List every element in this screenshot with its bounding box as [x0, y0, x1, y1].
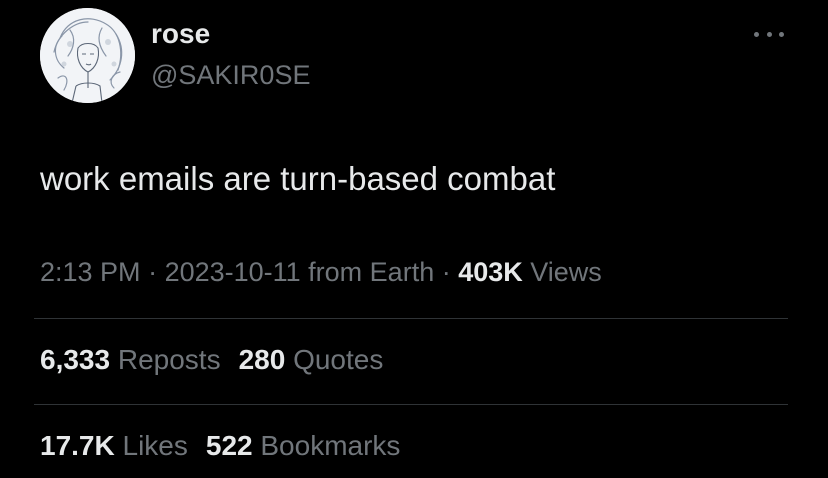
reposts-link[interactable]: 6,333 Reposts [40, 344, 221, 375]
tweet-date[interactable]: 2023-10-11 [165, 257, 301, 287]
tweet-meta: 2:13 PM · 2023-10-11 from Earth · 403K V… [40, 254, 602, 290]
dot-icon [779, 31, 784, 37]
bookmarks-count: 522 [205, 430, 253, 461]
likes-count: 17.7K [40, 430, 115, 461]
bookmarks-link[interactable]: 522 Bookmarks [206, 430, 401, 461]
quotes-count: 280 [238, 344, 286, 375]
likes-label: Likes [114, 430, 188, 461]
tweet-time[interactable]: 2:13 PM [40, 257, 141, 287]
divider [34, 318, 788, 319]
views-count: 403K [458, 257, 523, 287]
avatar[interactable] [40, 8, 135, 103]
likes-link[interactable]: 17.7K Likes [40, 430, 188, 461]
reposts-label: Reposts [110, 344, 221, 375]
more-options-icon[interactable] [754, 26, 784, 42]
tweet-text: work emails are turn-based combat [40, 160, 556, 197]
views-label: Views [522, 257, 602, 287]
dot-icon [754, 31, 759, 37]
author-name[interactable]: rose [151, 17, 210, 51]
quotes-label: Quotes [285, 344, 384, 375]
avatar-illustration [40, 8, 135, 103]
engagement-row-1: 6,333 Reposts 280 Quotes [40, 342, 383, 378]
divider [34, 404, 788, 405]
meta-separator: · [140, 257, 165, 287]
quotes-link[interactable]: 280 Quotes [239, 344, 384, 375]
bookmarks-label: Bookmarks [252, 430, 401, 461]
author-handle[interactable]: @SAKIR0SE [151, 58, 310, 92]
reposts-count: 6,333 [40, 344, 111, 375]
dot-icon [766, 31, 772, 37]
tweet-source: from Earth [300, 257, 435, 287]
engagement-row-2: 17.7K Likes 522 Bookmarks [40, 428, 400, 464]
meta-separator: · [434, 257, 459, 287]
